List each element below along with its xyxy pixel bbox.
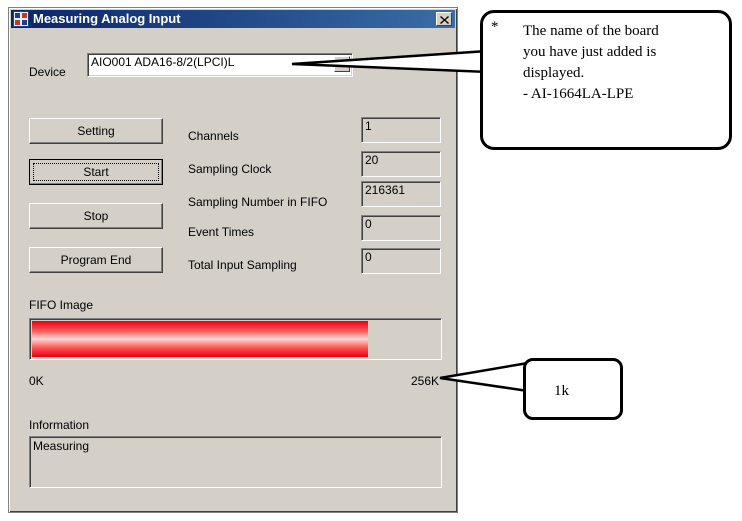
device-callout-pointer [291,49,490,74]
callout-line: - AI-1664LA-LPE [523,86,634,102]
callout-line: displayed. [523,65,585,81]
callout-asterisk: * [491,19,499,35]
fifo-callout-pointer [439,361,530,393]
device-callout: * The name of the board you have just ad… [480,10,732,150]
fifo-callout-text: 1k [554,383,569,399]
callout-line: you have just added is [523,44,657,60]
device-callout-text: The name of the board you have just adde… [523,21,659,105]
fifo-callout: 1k [523,358,623,420]
callout-line: The name of the board [523,23,659,39]
